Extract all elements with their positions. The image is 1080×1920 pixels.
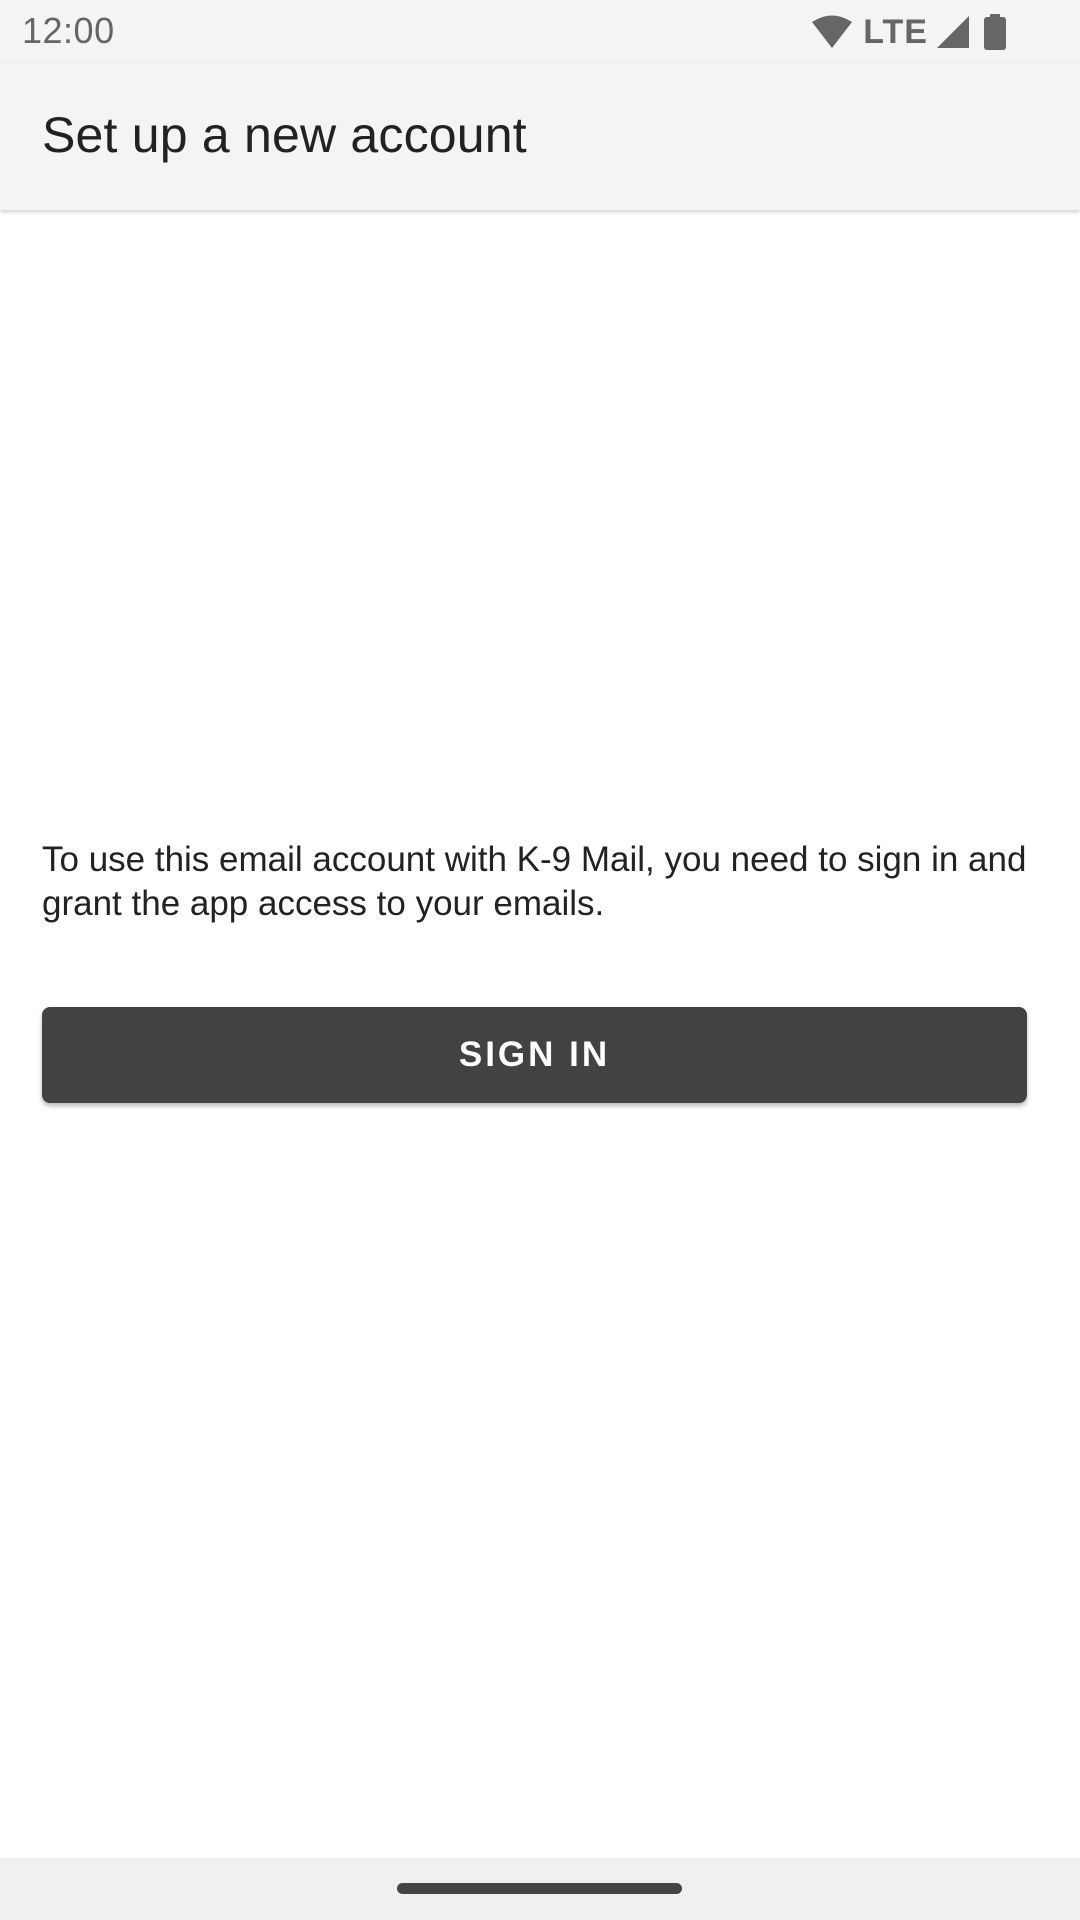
network-type-label: LTE: [863, 12, 928, 51]
battery-icon: [984, 14, 1006, 50]
status-icons: LTE: [811, 12, 1006, 51]
gesture-handle[interactable]: [397, 1883, 682, 1894]
status-bar: 12:00 LTE: [0, 0, 1080, 64]
page-title: Set up a new account: [42, 107, 527, 163]
cell-signal-icon: [936, 15, 970, 49]
status-time: 12:00: [22, 10, 115, 51]
sign-in-button[interactable]: SIGN IN: [42, 1007, 1027, 1103]
navigation-bar: [0, 1858, 1080, 1920]
sign-in-instruction: To use this email account with K-9 Mail,…: [42, 840, 1027, 923]
main-content: To use this email account with K-9 Mail,…: [0, 210, 1080, 1858]
app-bar: Set up a new account: [0, 64, 1080, 210]
wifi-icon: [811, 15, 853, 49]
